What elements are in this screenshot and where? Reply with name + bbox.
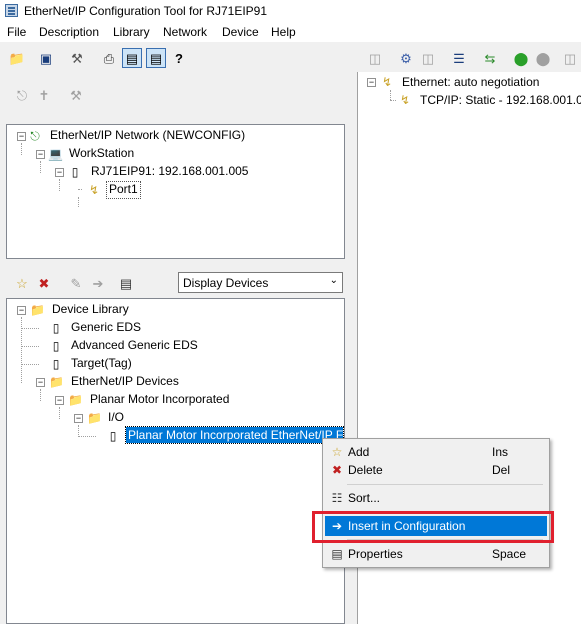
menu-item-sort[interactable]: ☷ Sort... xyxy=(325,488,547,508)
menu-device[interactable]: Device xyxy=(222,25,259,39)
list-icon[interactable]: ☰ xyxy=(449,48,469,68)
title-bar: EtherNet/IP Configuration Tool for RJ71E… xyxy=(0,0,581,22)
expand-toggle[interactable]: − xyxy=(17,306,26,315)
device-properties-icon[interactable]: ⚙ xyxy=(396,48,416,68)
delete-icon: ✖ xyxy=(331,463,343,477)
expand-toggle[interactable]: − xyxy=(36,150,45,159)
menu-description[interactable]: Description xyxy=(39,25,99,39)
sort-icon: ☷ xyxy=(331,491,343,505)
port-node[interactable]: Port1 xyxy=(106,181,141,199)
view-bottom-icon[interactable]: ▤ xyxy=(146,48,166,68)
display-devices-value: Display Devices xyxy=(183,276,269,290)
network-tree-panel: − ⎋ EtherNet/IP Network (NEWCONFIG) − 💻 … xyxy=(6,124,345,259)
menu-bar: File Description Library Network Device … xyxy=(0,22,581,42)
properties-icon: ▤ xyxy=(331,547,343,561)
menu-help[interactable]: Help xyxy=(271,25,296,39)
edit-device-icon[interactable]: ✎ xyxy=(66,273,86,293)
device-icon: ▯ xyxy=(52,339,60,353)
window-title: EtherNet/IP Configuration Tool for RJ71E… xyxy=(24,4,268,18)
delete-library-icon[interactable]: ✖ xyxy=(34,273,54,293)
expand-toggle[interactable]: − xyxy=(55,168,64,177)
help-icon[interactable]: ? xyxy=(169,48,189,68)
delete-device-icon[interactable]: ◫ xyxy=(365,48,385,68)
device-icon: ▯ xyxy=(52,357,60,371)
module-icon: ▯ xyxy=(71,165,79,179)
copy-device-icon[interactable]: ◫ xyxy=(418,48,438,68)
expand-toggle[interactable]: − xyxy=(55,396,64,405)
app-icon xyxy=(5,4,18,17)
network-icon: ⎋ xyxy=(30,129,40,143)
library-root-node[interactable]: Device Library xyxy=(52,301,129,317)
device-icon: ▯ xyxy=(52,321,60,335)
device-info-icon[interactable]: ▤ xyxy=(116,273,136,293)
add-icon: ☆ xyxy=(331,445,343,459)
menu-file[interactable]: File xyxy=(7,25,26,39)
context-menu: ☆ Add Ins ✖ Delete Del ☷ Sort... ➔ Inser… xyxy=(322,438,550,568)
expand-toggle[interactable]: − xyxy=(36,378,45,387)
tools-icon[interactable]: ⚒ xyxy=(67,48,87,68)
ethernet-devices-node[interactable]: EtherNet/IP Devices xyxy=(71,373,179,389)
expand-toggle[interactable]: − xyxy=(74,414,83,423)
target-tag-node[interactable]: Target(Tag) xyxy=(71,355,132,371)
vendor-node[interactable]: Planar Motor Incorporated xyxy=(90,391,229,407)
menu-item-properties[interactable]: ▤ Properties Space xyxy=(325,544,547,564)
generic-eds-node[interactable]: Generic EDS xyxy=(71,319,141,335)
ethernet-icon: ↯ xyxy=(381,75,393,89)
library-icon: 📁 xyxy=(30,303,45,317)
network-root-node[interactable]: EtherNet/IP Network (NEWCONFIG) xyxy=(50,127,245,143)
port-icon: ↯ xyxy=(88,183,100,197)
view-top-icon[interactable]: ▤ xyxy=(122,48,142,68)
tool-icon[interactable]: ⚒ xyxy=(66,85,86,105)
io-node[interactable]: I/O xyxy=(108,409,124,425)
menu-network[interactable]: Network xyxy=(163,25,207,39)
download-icon[interactable]: ◫ xyxy=(560,48,580,68)
network-scan-icon[interactable]: ⇆ xyxy=(480,48,500,68)
folder-icon: 📁 xyxy=(87,411,102,425)
selected-device-node[interactable]: Planar Motor Incorporated EtherNet/IP F xyxy=(125,426,344,444)
insert-arrow-icon[interactable]: ➔ xyxy=(88,273,108,293)
module-node[interactable]: RJ71EIP91: 192.168.001.005 xyxy=(91,163,248,179)
tcpip-icon: ↯ xyxy=(399,93,411,107)
workstation-node[interactable]: WorkStation xyxy=(69,145,134,161)
offline-icon[interactable]: ⬤ xyxy=(533,48,553,68)
display-devices-select[interactable]: Display Devices ⌄ xyxy=(178,272,343,293)
advanced-eds-node[interactable]: Advanced Generic EDS xyxy=(71,337,198,353)
menu-library[interactable]: Library xyxy=(113,25,150,39)
new-device-icon[interactable]: ☆ xyxy=(12,273,32,293)
highlight-box xyxy=(312,511,554,543)
workstation-icon: 💻 xyxy=(48,147,63,161)
open-icon[interactable]: 📁 xyxy=(7,48,27,68)
expand-toggle[interactable]: − xyxy=(17,132,26,141)
folder-icon: 📁 xyxy=(68,393,83,407)
device-library-panel: − 📁 Device Library ▯ Generic EDS ▯ Advan… xyxy=(6,298,345,624)
folder-icon: 📁 xyxy=(49,375,64,389)
device-icon: ▯ xyxy=(109,429,117,443)
tcpip-node[interactable]: TCP/IP: Static - 192.168.001.005 xyxy=(420,92,581,108)
save-icon[interactable]: ▣ xyxy=(36,48,56,68)
main-toolbar: 📁 ▣ ⚒ ⎙ ▤ ▤ ? ◫ ⚙ ◫ ☰ ⇆ ⬤ ⬤ ◫ xyxy=(0,42,581,72)
chevron-down-icon: ⌄ xyxy=(329,275,338,286)
menu-item-add[interactable]: ☆ Add Ins xyxy=(325,442,547,462)
online-icon[interactable]: ⬤ xyxy=(511,48,531,68)
ethernet-node[interactable]: Ethernet: auto negotiation xyxy=(402,74,539,90)
connect-icon[interactable]: ⎋ xyxy=(12,85,32,105)
disconnect-icon[interactable]: ✝ xyxy=(34,85,54,105)
print-icon[interactable]: ⎙ xyxy=(99,48,119,68)
menu-item-delete[interactable]: ✖ Delete Del xyxy=(325,460,547,480)
expand-toggle[interactable]: − xyxy=(367,78,376,87)
menu-separator xyxy=(347,484,543,485)
